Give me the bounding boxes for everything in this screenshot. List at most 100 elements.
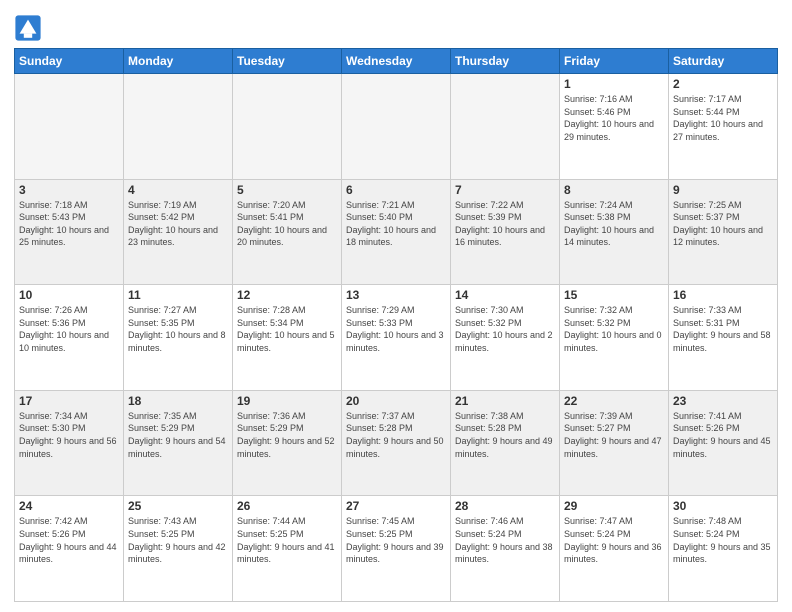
calendar-day-cell: 15Sunrise: 7:32 AMSunset: 5:32 PMDayligh… xyxy=(560,285,669,391)
day-number: 4 xyxy=(128,183,228,197)
day-number: 24 xyxy=(19,499,119,513)
calendar-day-cell: 14Sunrise: 7:30 AMSunset: 5:32 PMDayligh… xyxy=(451,285,560,391)
calendar-day-cell: 11 Sunrise: 7:27 AMSunset: 5:35 PMDayligh… xyxy=(124,285,233,391)
day-info: Sunrise: 7:21 AMSunset: 5:40 PMDaylight:… xyxy=(346,199,446,249)
day-number: 20 xyxy=(346,394,446,408)
day-number: 13 xyxy=(346,288,446,302)
calendar-day-cell: 22Sunrise: 7:39 AMSunset: 5:27 PMDayligh… xyxy=(560,390,669,496)
calendar-day-cell: 25Sunrise: 7:43 AMSunset: 5:25 PMDayligh… xyxy=(124,496,233,602)
day-info: Sunrise: 7:25 AMSunset: 5:37 PMDaylight:… xyxy=(673,199,773,249)
calendar-day-cell: 8 Sunrise: 7:24 AMSunset: 5:38 PMDaylight… xyxy=(560,179,669,285)
day-number: 25 xyxy=(128,499,228,513)
calendar-day-cell: 1 Sunrise: 7:16 AMSunset: 5:46 PMDaylight… xyxy=(560,74,669,180)
calendar-day-cell xyxy=(451,74,560,180)
day-number: 10 xyxy=(19,288,119,302)
calendar-day-cell: 26 Sunrise: 7:44 AMSunset: 5:25 PMDayligh… xyxy=(233,496,342,602)
day-info: Sunrise: 7:37 AMSunset: 5:28 PMDaylight:… xyxy=(346,410,446,460)
day-number: 17 xyxy=(19,394,119,408)
day-info: Sunrise: 7:22 AMSunset: 5:39 PMDaylight:… xyxy=(455,199,555,249)
day-info: Sunrise: 7:24 AMSunset: 5:38 PMDaylight:… xyxy=(564,199,664,249)
day-info: Sunrise: 7:30 AMSunset: 5:32 PMDaylight:… xyxy=(455,304,555,354)
calendar-day-cell: 24 Sunrise: 7:42 AMSunset: 5:26 PMDayligh… xyxy=(15,496,124,602)
calendar-day-cell: 3 Sunrise: 7:18 AMSunset: 5:43 PMDaylight… xyxy=(15,179,124,285)
day-info: Sunrise: 7:41 AMSunset: 5:26 PMDaylight:… xyxy=(673,410,773,460)
calendar-week-row: 24 Sunrise: 7:42 AMSunset: 5:26 PMDayligh… xyxy=(15,496,778,602)
day-info: Sunrise: 7:35 AMSunset: 5:29 PMDaylight:… xyxy=(128,410,228,460)
day-number: 21 xyxy=(455,394,555,408)
day-number: 11 xyxy=(128,288,228,302)
day-info: Sunrise: 7:34 AMSunset: 5:30 PMDaylight:… xyxy=(19,410,119,460)
day-number: 22 xyxy=(564,394,664,408)
day-info: Sunrise: 7:27 AMSunset: 5:35 PMDaylight:… xyxy=(128,304,228,354)
calendar-week-row: 1 Sunrise: 7:16 AMSunset: 5:46 PMDaylight… xyxy=(15,74,778,180)
calendar-day-cell: 30Sunrise: 7:48 AMSunset: 5:24 PMDayligh… xyxy=(669,496,778,602)
day-number: 3 xyxy=(19,183,119,197)
day-info: Sunrise: 7:16 AMSunset: 5:46 PMDaylight:… xyxy=(564,93,664,143)
calendar-table: SundayMondayTuesdayWednesdayThursdayFrid… xyxy=(14,48,778,602)
day-number: 23 xyxy=(673,394,773,408)
day-number: 8 xyxy=(564,183,664,197)
day-info: Sunrise: 7:38 AMSunset: 5:28 PMDaylight:… xyxy=(455,410,555,460)
day-number: 26 xyxy=(237,499,337,513)
logo-icon xyxy=(14,14,42,42)
calendar-day-cell: 20 Sunrise: 7:37 AMSunset: 5:28 PMDayligh… xyxy=(342,390,451,496)
day-number: 2 xyxy=(673,77,773,91)
day-info: Sunrise: 7:33 AMSunset: 5:31 PMDaylight:… xyxy=(673,304,773,354)
day-number: 6 xyxy=(346,183,446,197)
calendar-day-cell: 19Sunrise: 7:36 AMSunset: 5:29 PMDayligh… xyxy=(233,390,342,496)
calendar-day-header: Friday xyxy=(560,49,669,74)
day-info: Sunrise: 7:44 AMSunset: 5:25 PMDaylight:… xyxy=(237,515,337,565)
calendar-day-cell: 4 Sunrise: 7:19 AMSunset: 5:42 PMDaylight… xyxy=(124,179,233,285)
calendar-day-cell: 18 Sunrise: 7:35 AMSunset: 5:29 PMDayligh… xyxy=(124,390,233,496)
calendar-week-row: 10 Sunrise: 7:26 AMSunset: 5:36 PMDayligh… xyxy=(15,285,778,391)
calendar-week-row: 17 Sunrise: 7:34 AMSunset: 5:30 PMDayligh… xyxy=(15,390,778,496)
day-number: 5 xyxy=(237,183,337,197)
day-number: 18 xyxy=(128,394,228,408)
calendar-day-cell xyxy=(15,74,124,180)
calendar-day-cell: 2 Sunrise: 7:17 AMSunset: 5:44 PMDaylight… xyxy=(669,74,778,180)
day-number: 7 xyxy=(455,183,555,197)
day-number: 29 xyxy=(564,499,664,513)
day-number: 28 xyxy=(455,499,555,513)
day-info: Sunrise: 7:17 AMSunset: 5:44 PMDaylight:… xyxy=(673,93,773,143)
calendar-day-header: Thursday xyxy=(451,49,560,74)
calendar-day-cell: 13 Sunrise: 7:29 AMSunset: 5:33 PMDayligh… xyxy=(342,285,451,391)
calendar-day-cell: 29 Sunrise: 7:47 AMSunset: 5:24 PMDayligh… xyxy=(560,496,669,602)
calendar-day-cell: 9Sunrise: 7:25 AMSunset: 5:37 PMDaylight… xyxy=(669,179,778,285)
calendar-day-cell xyxy=(342,74,451,180)
calendar-day-cell: 16 Sunrise: 7:33 AMSunset: 5:31 PMDayligh… xyxy=(669,285,778,391)
header xyxy=(14,10,778,42)
day-number: 19 xyxy=(237,394,337,408)
calendar-day-cell: 17 Sunrise: 7:34 AMSunset: 5:30 PMDayligh… xyxy=(15,390,124,496)
day-info: Sunrise: 7:42 AMSunset: 5:26 PMDaylight:… xyxy=(19,515,119,565)
day-info: Sunrise: 7:46 AMSunset: 5:24 PMDaylight:… xyxy=(455,515,555,565)
calendar-day-cell xyxy=(124,74,233,180)
calendar-day-cell xyxy=(233,74,342,180)
calendar-day-cell: 6 Sunrise: 7:21 AMSunset: 5:40 PMDaylight… xyxy=(342,179,451,285)
logo xyxy=(14,14,46,42)
day-number: 15 xyxy=(564,288,664,302)
calendar-day-header: Saturday xyxy=(669,49,778,74)
day-info: Sunrise: 7:45 AMSunset: 5:25 PMDaylight:… xyxy=(346,515,446,565)
calendar-week-row: 3 Sunrise: 7:18 AMSunset: 5:43 PMDaylight… xyxy=(15,179,778,285)
day-number: 27 xyxy=(346,499,446,513)
day-info: Sunrise: 7:47 AMSunset: 5:24 PMDaylight:… xyxy=(564,515,664,565)
day-number: 12 xyxy=(237,288,337,302)
calendar-day-header: Tuesday xyxy=(233,49,342,74)
calendar-day-header: Wednesday xyxy=(342,49,451,74)
day-number: 1 xyxy=(564,77,664,91)
day-info: Sunrise: 7:18 AMSunset: 5:43 PMDaylight:… xyxy=(19,199,119,249)
day-info: Sunrise: 7:19 AMSunset: 5:42 PMDaylight:… xyxy=(128,199,228,249)
calendar-day-cell: 28 Sunrise: 7:46 AMSunset: 5:24 PMDayligh… xyxy=(451,496,560,602)
day-number: 30 xyxy=(673,499,773,513)
day-info: Sunrise: 7:26 AMSunset: 5:36 PMDaylight:… xyxy=(19,304,119,354)
calendar-day-cell: 5Sunrise: 7:20 AMSunset: 5:41 PMDaylight… xyxy=(233,179,342,285)
calendar-day-header: Sunday xyxy=(15,49,124,74)
calendar-day-cell: 10 Sunrise: 7:26 AMSunset: 5:36 PMDayligh… xyxy=(15,285,124,391)
day-number: 16 xyxy=(673,288,773,302)
day-info: Sunrise: 7:29 AMSunset: 5:33 PMDaylight:… xyxy=(346,304,446,354)
calendar-day-cell: 27 Sunrise: 7:45 AMSunset: 5:25 PMDayligh… xyxy=(342,496,451,602)
day-info: Sunrise: 7:28 AMSunset: 5:34 PMDaylight:… xyxy=(237,304,337,354)
calendar-header-row: SundayMondayTuesdayWednesdayThursdayFrid… xyxy=(15,49,778,74)
calendar-day-header: Monday xyxy=(124,49,233,74)
